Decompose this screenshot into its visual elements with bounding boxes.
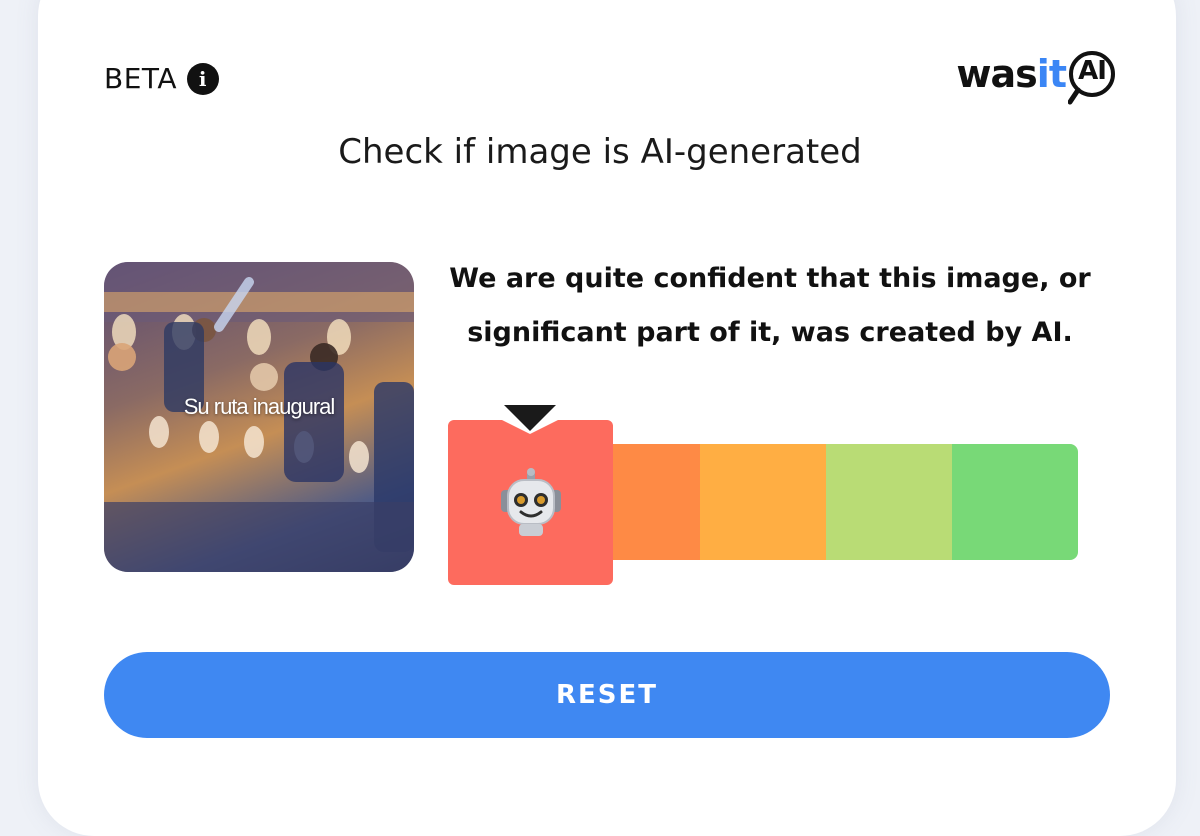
uploaded-image-thumbnail: Su ruta inaugural xyxy=(104,262,414,572)
verdict-message: We are quite confident that this image, … xyxy=(449,263,1091,348)
scale-level-5 xyxy=(952,444,1078,560)
image-caption: Su ruta inaugural xyxy=(183,394,336,419)
scale-level-4 xyxy=(826,444,952,560)
level-pointer-icon xyxy=(504,405,556,431)
scale-level-3 xyxy=(700,444,826,560)
logo-text-ai: AI xyxy=(1078,56,1107,86)
reset-button[interactable]: RESET xyxy=(104,652,1110,738)
beta-badge: BETA i xyxy=(104,62,219,95)
robot-icon xyxy=(500,467,561,536)
selected-level-indicator xyxy=(448,420,613,585)
wasitai-logo: was it AI xyxy=(956,50,1116,105)
magnifier-icon: AI xyxy=(1068,50,1116,105)
info-icon[interactable]: i xyxy=(186,62,219,95)
beta-label: BETA xyxy=(104,62,177,95)
page-title: Check if image is AI-generated xyxy=(338,132,862,172)
logo-text-was: was xyxy=(956,52,1037,96)
logo-text-it: it xyxy=(1036,52,1067,96)
